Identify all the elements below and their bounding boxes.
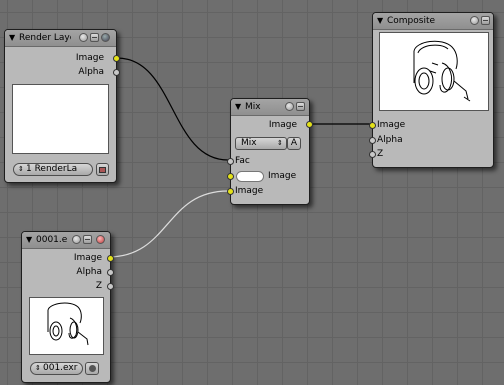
expand-icon[interactable] [285, 102, 294, 111]
output-label-z: Z [95, 281, 102, 291]
expand-icon[interactable] [79, 33, 88, 42]
output-socket-alpha[interactable] [113, 69, 120, 76]
scene-button[interactable] [96, 163, 109, 176]
mix-header[interactable]: ▼ Mix [231, 99, 309, 116]
mix-node[interactable]: ▼ Mix Image Mix ⇕ A Fac Image Image [227, 98, 313, 205]
image-node[interactable]: ▼ 0001.e Image Alpha Z ⇕ 001.exr [21, 231, 114, 383]
input-label-fac: Fac [235, 156, 250, 166]
expand-icon[interactable] [470, 16, 479, 25]
node-title: 0001.e [36, 235, 68, 245]
output-socket-image[interactable] [107, 255, 114, 262]
input-socket-z[interactable] [369, 151, 376, 158]
headset-preview-icon [413, 40, 471, 102]
link-renderlayer-to-mix-fac [116, 57, 229, 161]
collapse-triangle-icon[interactable]: ▼ [377, 16, 383, 26]
collapse-triangle-icon[interactable]: ▼ [26, 235, 32, 245]
collapse-triangle-icon[interactable]: ▼ [9, 33, 15, 43]
node-title: Render Laye [19, 33, 71, 43]
updown-arrows-icon: ⇕ [35, 364, 41, 372]
minimize-icon[interactable] [90, 33, 99, 42]
scene-icon [99, 167, 106, 173]
collapse-triangle-icon[interactable]: ▼ [235, 102, 241, 112]
composite-preview [379, 32, 489, 111]
minimize-icon[interactable] [481, 16, 490, 25]
output-socket-alpha[interactable] [107, 269, 114, 276]
render-layers-header[interactable]: ▼ Render Laye [5, 30, 116, 47]
input-socket-alpha[interactable] [369, 137, 376, 144]
output-label-image: Image [75, 53, 104, 63]
headset-thumbnail-icon [47, 302, 89, 346]
composite-node[interactable]: ▼ Composite Image Alpha Z [369, 12, 494, 168]
input-label-image-2: Image [235, 186, 264, 196]
input-socket-image-1[interactable] [227, 173, 234, 180]
preview-toggle-icon[interactable] [101, 33, 110, 42]
output-socket-image[interactable] [113, 55, 120, 62]
render-layer-select[interactable]: ⇕ 1 RenderLa [13, 163, 93, 176]
close-icon[interactable] [96, 235, 105, 244]
minimize-icon[interactable] [83, 235, 92, 244]
updown-arrows-icon: ⇕ [18, 165, 24, 173]
node-title: Composite [387, 16, 436, 26]
expand-icon[interactable] [72, 235, 81, 244]
input-label-z: Z [377, 149, 384, 159]
input-socket-image[interactable] [369, 122, 376, 129]
render-layers-node[interactable]: ▼ Render Laye Image Alpha ⇕ 1 RenderLa [4, 29, 120, 183]
render-preview [12, 84, 109, 154]
image-file-select[interactable]: ⇕ 001.exr [30, 362, 83, 375]
input-socket-image-2[interactable] [227, 188, 234, 195]
output-label-image: Image [73, 253, 102, 263]
blend-mode-select[interactable]: Mix ⇕ [235, 137, 287, 150]
image-preview [29, 297, 104, 355]
output-label-alpha: Alpha [76, 267, 102, 277]
link-image-to-mix-image2 [107, 190, 229, 258]
output-label-image: Image [268, 120, 297, 130]
input-socket-fac[interactable] [227, 158, 234, 165]
browse-image-icon [88, 365, 96, 372]
input-label-alpha: Alpha [377, 135, 403, 145]
node-title: Mix [245, 102, 261, 112]
color-field[interactable] [236, 171, 264, 182]
input-label-image: Image [377, 120, 406, 130]
output-socket-image[interactable] [306, 121, 313, 128]
composite-header[interactable]: ▼ Composite [373, 13, 493, 30]
minimize-icon[interactable] [296, 102, 305, 111]
output-label-alpha: Alpha [78, 67, 104, 77]
output-socket-z[interactable] [107, 283, 114, 290]
updown-arrows-icon: ⇕ [277, 139, 283, 147]
image-header[interactable]: ▼ 0001.e [22, 232, 110, 249]
image-browse-button[interactable] [85, 362, 99, 375]
input-label-image-1: Image [268, 171, 297, 181]
use-alpha-button[interactable]: A [287, 137, 301, 150]
